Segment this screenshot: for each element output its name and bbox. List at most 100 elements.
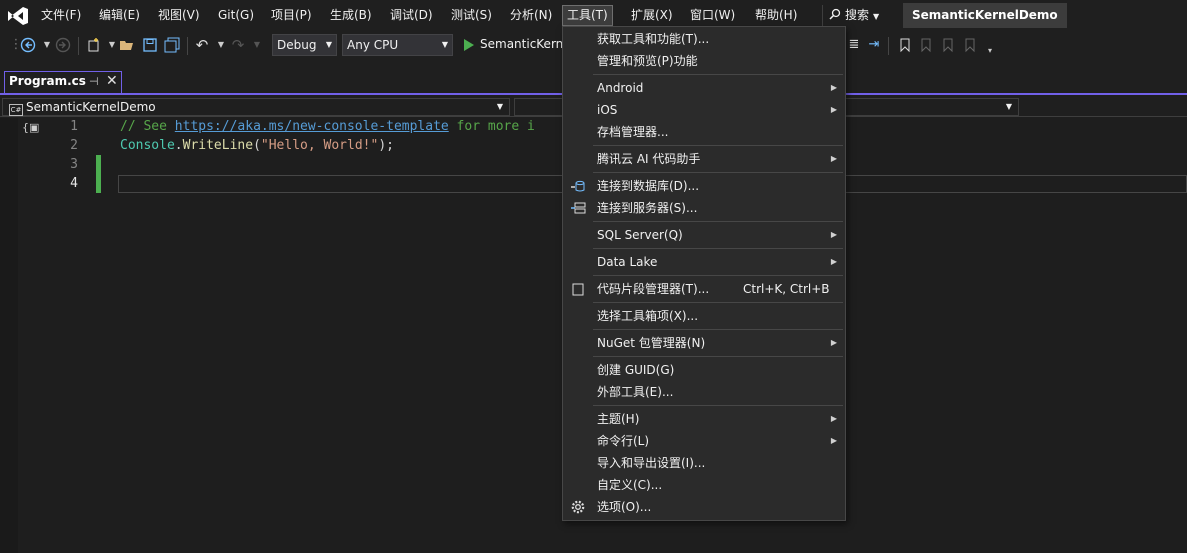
database-connect-icon [571,180,585,192]
next-bookmark-icon[interactable] [940,37,956,53]
indent-icon[interactable]: ⇥ [866,37,882,53]
code-line-2[interactable]: Console.WriteLine("Hello, World!"); [120,138,394,153]
menu-git[interactable]: Git(G) [214,5,258,26]
menu-item-label: 连接到数据库(D)... [597,179,700,193]
menu-item-shortcut: Ctrl+K, Ctrl+B [743,282,830,296]
toolbar-overflow-icon[interactable]: ▾ [982,43,998,59]
menu-item-label: iOS [597,103,618,117]
submenu-arrow-icon: ▶ [830,83,837,92]
pin-icon[interactable]: ⊣ [89,75,99,88]
submenu-arrow-icon: ▶ [830,257,837,266]
redo-dropdown-icon[interactable]: ▼ [249,37,265,53]
solution-name-badge[interactable]: SemanticKernelDemo [903,3,1067,28]
menu-debug[interactable]: 调试(D) [386,5,437,26]
chevron-down-icon: ▼ [325,40,332,49]
solution-configuration-select[interactable]: Debug ▼ [272,34,337,56]
menu-item-label: 管理和预览(P)功能 [597,54,698,68]
previous-bookmark-icon[interactable] [918,37,934,53]
tools-menu-dropdown: 获取工具和功能(T)... 管理和预览(P)功能 Android ▶ iOS ▶ 存… [562,26,846,521]
start-debugging-icon[interactable] [461,37,477,53]
menu-analyze[interactable]: 分析(N) [506,5,556,26]
menu-item-theme[interactable]: 主题(H) ▶ [563,408,845,430]
menu-item-label: 获取工具和功能(T)... [597,32,710,46]
menu-item-android[interactable]: Android ▶ [563,77,845,99]
save-icon[interactable] [142,37,158,53]
undo-icon[interactable]: ↶ [194,37,210,53]
menu-item-label: 自定义(C)... [597,478,663,492]
menu-separator [593,172,843,173]
solution-platform-select[interactable]: Any CPU ▼ [342,34,453,56]
menu-file[interactable]: 文件(F) [37,5,85,26]
menu-extensions[interactable]: 扩展(X) [627,5,677,26]
menu-item-label: SQL Server(Q) [597,228,683,242]
server-connect-icon [571,202,586,214]
open-folder-icon[interactable] [119,37,135,53]
visual-studio-logo-icon[interactable] [6,5,30,27]
menu-item-sql-server[interactable]: SQL Server(Q) ▶ [563,224,845,246]
menu-separator [593,356,843,357]
code-line-1[interactable]: // See https://aka.ms/new-console-templa… [120,119,535,134]
navigate-back-icon[interactable] [20,37,36,53]
new-project-icon[interactable] [86,37,102,53]
menu-item-label: 外部工具(E)... [597,385,674,399]
menu-item-external-tools[interactable]: 外部工具(E)... [563,381,845,403]
submenu-arrow-icon: ▶ [830,230,837,239]
menu-item-customize[interactable]: 自定义(C)... [563,474,845,496]
undo-dropdown-icon[interactable]: ▼ [213,37,229,53]
save-all-icon[interactable] [164,37,180,53]
menu-item-choose-toolbox[interactable]: 选择工具箱项(X)... [563,305,845,327]
redo-icon[interactable]: ↷ [230,37,246,53]
punct-token: ( [253,138,261,153]
menu-item-connect-database[interactable]: 连接到数据库(D)... [563,175,845,197]
menu-view[interactable]: 视图(V) [154,5,204,26]
submenu-arrow-icon: ▶ [830,436,837,445]
search-box[interactable]: 搜索 ▼ [822,5,879,26]
menu-item-options[interactable]: 选项(O)... [563,496,845,518]
project-dropdown[interactable]: C# SemanticKernelDemo ▼ [2,98,510,116]
clear-bookmarks-icon[interactable] [962,37,978,53]
string-token: "Hello, World!" [260,138,379,153]
menu-help[interactable]: 帮助(H) [751,5,801,26]
menu-item-manage-preview[interactable]: 管理和预览(P)功能 [563,50,845,72]
menu-item-tencent-ai[interactable]: 腾讯云 AI 代码助手 ▶ [563,148,845,170]
close-icon[interactable]: ✕ [106,73,118,89]
code-snippet-icon [572,283,584,296]
menu-item-create-guid[interactable]: 创建 GUID(G) [563,359,845,381]
menu-item-label: 连接到服务器(S)... [597,201,698,215]
tab-program-cs[interactable]: Program.cs ⊣ ✕ [4,71,122,93]
menu-edit[interactable]: 编辑(E) [95,5,144,26]
punct-token: . [174,138,183,153]
navigate-forward-icon[interactable] [55,37,71,53]
menu-item-archive-manager[interactable]: 存档管理器... [563,121,845,143]
toggle-comment-icon[interactable]: ≣ [846,37,862,53]
submenu-arrow-icon: ▶ [830,414,837,423]
bookmark-icon[interactable] [897,37,913,53]
menu-item-nuget[interactable]: NuGet 包管理器(N) ▶ [563,332,845,354]
menu-item-data-lake[interactable]: Data Lake ▶ [563,251,845,273]
chevron-down-icon: ▼ [873,12,880,21]
menu-tools[interactable]: 工具(T) [562,5,613,26]
menu-separator [593,145,843,146]
comment-link[interactable]: https://aka.ms/new-console-template [175,119,449,134]
line-number: 1 [70,119,78,134]
menu-build[interactable]: 生成(B) [326,5,376,26]
menu-project[interactable]: 项目(P) [267,5,316,26]
menu-item-label: 代码片段管理器(T)... [597,282,710,296]
unsaved-change-marker [96,155,101,193]
menu-item-command-line[interactable]: 命令行(L) ▶ [563,430,845,452]
menu-item-snippet-manager[interactable]: 代码片段管理器(T)... Ctrl+K, Ctrl+B [563,278,845,300]
new-dropdown-icon[interactable]: ▼ [104,37,120,53]
menu-item-label: Data Lake [597,255,658,269]
menu-item-get-tools[interactable]: 获取工具和功能(T)... [563,28,845,50]
file-outline-icon[interactable]: {▣ [22,121,39,134]
menu-item-import-export[interactable]: 导入和导出设置(I)... [563,452,845,474]
comment-text: for more i [448,119,535,134]
start-debugging-label[interactable]: SemanticKerne [480,37,571,51]
menu-item-ios[interactable]: iOS ▶ [563,99,845,121]
menu-separator [593,329,843,330]
line-number: 3 [70,157,78,172]
menu-item-connect-server[interactable]: 连接到服务器(S)... [563,197,845,219]
back-dropdown-icon[interactable]: ▼ [39,37,55,53]
menu-window[interactable]: 窗口(W) [686,5,739,26]
menu-test[interactable]: 测试(S) [447,5,496,26]
